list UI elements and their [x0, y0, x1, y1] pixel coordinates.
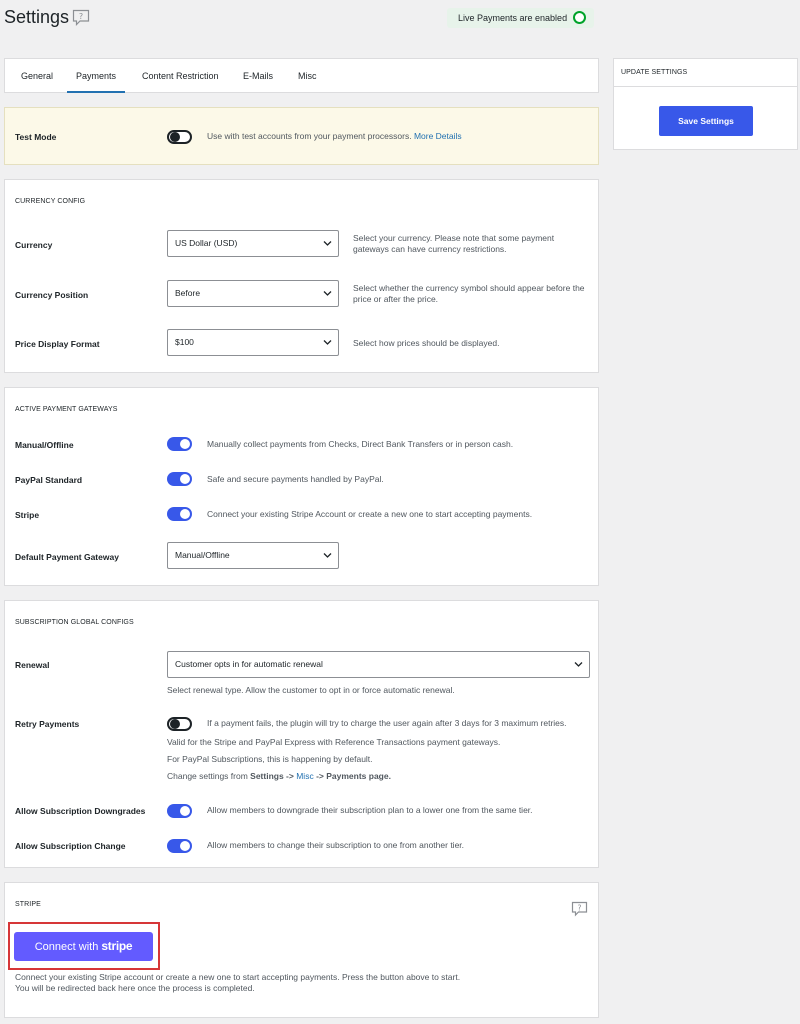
currency-label: Currency: [15, 240, 53, 250]
retry-payments-description: If a payment fails, the plugin will try …: [207, 718, 567, 728]
test-mode-toggle[interactable]: [167, 130, 192, 144]
test-mode-description: Use with test accounts from your payment…: [207, 131, 462, 141]
chevron-down-icon: [323, 340, 332, 345]
subscription-config-panel: SUBSCRIPTION GLOBAL CONFIGS Renewal Cust…: [4, 600, 599, 868]
payment-gateways-title: ACTIVE PAYMENT GATEWAYS: [15, 406, 118, 413]
manual-offline-description: Manually collect payments from Checks, D…: [207, 439, 514, 449]
test-mode-panel: Test Mode Use with test accounts from yo…: [4, 107, 599, 165]
stripe-description-2: You will be redirected back here once th…: [15, 983, 255, 993]
tab-payments[interactable]: Payments: [67, 59, 125, 93]
retry-payments-toggle[interactable]: [167, 717, 192, 731]
currency-position-description: Select whether the currency symbol shoul…: [353, 283, 585, 304]
paypal-standard-label: PayPal Standard: [15, 475, 83, 485]
renewal-description: Select renewal type. Allow the customer …: [167, 685, 455, 695]
stripe-section-title: STRIPE: [15, 901, 41, 908]
chevron-down-icon: [323, 241, 332, 246]
subscription-downgrades-label: Allow Subscription Downgrades: [15, 806, 146, 816]
more-details-link[interactable]: More Details: [414, 131, 462, 141]
subscription-downgrades-description: Allow members to downgrade their subscri…: [207, 805, 533, 815]
currency-config-panel: CURRENCY CONFIG Currency US Dollar (USD)…: [4, 179, 599, 373]
renewal-select[interactable]: Customer opts in for automatic renewal: [167, 651, 590, 678]
stripe-logo: stripe: [101, 939, 133, 953]
manual-offline-toggle[interactable]: [167, 437, 192, 451]
paypal-standard-toggle[interactable]: [167, 472, 192, 486]
svg-text:?: ?: [79, 12, 83, 21]
stripe-description-1: Connect your existing Stripe account or …: [15, 972, 461, 982]
svg-text:?: ?: [578, 904, 582, 913]
currency-description: Select your currency. Please note that s…: [353, 233, 555, 254]
live-status-icon: [573, 11, 586, 24]
price-format-label: Price Display Format: [15, 339, 100, 349]
test-mode-label: Test Mode: [15, 132, 57, 142]
live-payments-badge: Live Payments are enabled: [447, 8, 594, 28]
subscription-change-toggle[interactable]: [167, 839, 192, 853]
subscription-change-label: Allow Subscription Change: [15, 841, 126, 851]
price-format-description: Select how prices should be displayed.: [353, 338, 500, 348]
stripe-gateway-toggle[interactable]: [167, 507, 192, 521]
price-format-select[interactable]: $100: [167, 329, 339, 356]
page-title: Settings: [4, 7, 70, 27]
subscription-downgrades-toggle[interactable]: [167, 804, 192, 818]
live-status-text: Live Payments are enabled: [458, 13, 568, 23]
payment-gateways-panel: ACTIVE PAYMENT GATEWAYS Manual/Offline M…: [4, 387, 599, 586]
chevron-down-icon: [574, 662, 583, 667]
currency-position-label: Currency Position: [15, 290, 89, 300]
retry-note-paypal: For PayPal Subscriptions, this is happen…: [167, 754, 373, 764]
update-settings-panel: UPDATE SETTINGS Save Settings: [613, 58, 798, 150]
help-icon[interactable]: ?: [571, 901, 588, 917]
stripe-gateway-description: Connect your existing Stripe Account or …: [207, 509, 533, 519]
chevron-down-icon: [323, 291, 332, 296]
paypal-standard-description: Safe and secure payments handled by PayP…: [207, 474, 384, 484]
tab-general[interactable]: General: [21, 59, 53, 93]
currency-config-title: CURRENCY CONFIG: [15, 198, 86, 205]
subscription-config-title: SUBSCRIPTION GLOBAL CONFIGS: [15, 619, 134, 626]
save-settings-button[interactable]: Save Settings: [659, 106, 753, 136]
manual-offline-label: Manual/Offline: [15, 440, 74, 450]
default-gateway-select[interactable]: Manual/Offline: [167, 542, 339, 569]
update-settings-header: UPDATE SETTINGS: [614, 59, 797, 87]
tab-emails[interactable]: E-Mails: [243, 59, 273, 93]
retry-note-change-settings: Change settings from Settings -> Misc ->…: [167, 771, 391, 781]
default-gateway-label: Default Payment Gateway: [15, 552, 119, 562]
tab-misc[interactable]: Misc: [298, 59, 317, 93]
currency-position-select[interactable]: Before: [167, 280, 339, 307]
help-icon[interactable]: ?: [72, 9, 90, 26]
chevron-down-icon: [323, 553, 332, 558]
misc-link[interactable]: Misc: [296, 771, 313, 781]
tab-content-restriction[interactable]: Content Restriction: [142, 59, 219, 93]
settings-tabs: General Payments Content Restriction E-M…: [4, 58, 599, 93]
subscription-change-description: Allow members to change their subscripti…: [207, 840, 465, 850]
connect-with-stripe-button[interactable]: Connect with stripe: [14, 932, 153, 961]
renewal-label: Renewal: [15, 660, 50, 670]
currency-select[interactable]: US Dollar (USD): [167, 230, 339, 257]
stripe-gateway-label: Stripe: [15, 510, 40, 520]
update-settings-title: UPDATE SETTINGS: [621, 69, 688, 76]
retry-note-gateways: Valid for the Stripe and PayPal Express …: [167, 737, 501, 747]
retry-payments-label: Retry Payments: [15, 719, 80, 729]
